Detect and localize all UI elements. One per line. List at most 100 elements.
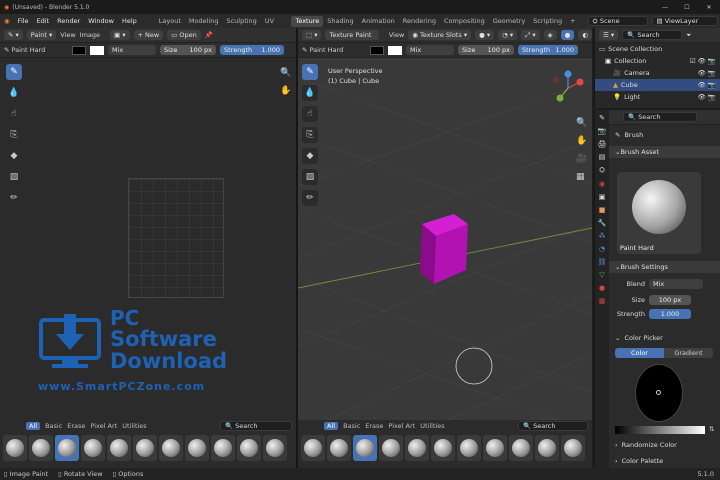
object-tab-icon[interactable]: ■ xyxy=(599,206,606,214)
brush-thumb[interactable] xyxy=(263,435,287,461)
open-image-button[interactable]: ▭ Open xyxy=(167,30,201,40)
brush-asset-panel[interactable]: ⌄ Brush Asset xyxy=(609,145,720,158)
outliner-editor-type[interactable]: ☰ ▾ xyxy=(599,30,619,40)
menu-view[interactable]: View xyxy=(60,31,75,39)
viewport-size-slider[interactable]: Size 100 px xyxy=(458,45,514,55)
render-tab-icon[interactable]: 📷 xyxy=(598,127,607,135)
collection-tab-icon[interactable]: ▣ xyxy=(599,193,606,201)
color-palette-row[interactable]: › Color Palette xyxy=(609,454,720,467)
clone-tool-icon[interactable]: ⎘ xyxy=(6,127,22,143)
blender-menu-icon[interactable]: ◉ xyxy=(4,17,10,25)
tab-texture-paint[interactable]: Texture Paint xyxy=(291,15,324,36)
navigation-gizmo[interactable] xyxy=(548,68,588,108)
overlay-button[interactable]: ◔ ▾ xyxy=(498,30,518,40)
brush-asset-preview[interactable]: Paint Hard xyxy=(617,172,701,254)
world-tab-icon[interactable]: ◉ xyxy=(599,180,605,188)
view-layer-selector[interactable]: ▤ ViewLayer xyxy=(651,16,718,26)
vp-zoom-icon[interactable]: 🔍 xyxy=(576,118,587,128)
tab-animation[interactable]: Animation xyxy=(358,16,399,27)
menu-edit[interactable]: Edit xyxy=(37,17,50,25)
scene-tab-icon[interactable]: ⛭ xyxy=(599,166,605,175)
outliner-item-cube[interactable]: ▲ Cube 👁 📷 xyxy=(595,79,720,91)
outliner-scene-collection[interactable]: ▭ Scene Collection xyxy=(595,43,720,55)
brush-thumb[interactable] xyxy=(431,435,455,461)
brush-thumb[interactable] xyxy=(509,435,533,461)
material-tab-icon[interactable]: ● xyxy=(599,284,605,292)
tab-compositing[interactable]: Compositing xyxy=(440,16,489,27)
viewport-menu-view[interactable]: View xyxy=(389,31,404,39)
fill-tool-icon[interactable]: ◆ xyxy=(6,148,22,164)
constraints-tab-icon[interactable]: ⛓ xyxy=(598,258,607,266)
brush-thumb-selected[interactable] xyxy=(55,435,79,461)
brush-thumb[interactable] xyxy=(457,435,481,461)
vp-fill-tool-icon[interactable]: ◆ xyxy=(302,148,318,164)
secondary-color-swatch[interactable] xyxy=(90,45,104,55)
data-tab-icon[interactable]: ▽ xyxy=(599,271,604,279)
xray-button[interactable]: ◈ xyxy=(543,30,557,40)
brush-thumb[interactable] xyxy=(159,435,183,461)
minimize-button[interactable]: — xyxy=(654,4,676,11)
tab-geometry-nodes[interactable]: Geometry Nodes xyxy=(489,16,529,36)
tab-uv-editing[interactable]: UV Editing xyxy=(261,16,292,36)
brush-thumb[interactable] xyxy=(535,435,559,461)
vp-shelf-tab-utilities[interactable]: Utilities xyxy=(420,422,444,430)
tab-layout[interactable]: Layout xyxy=(155,16,185,27)
shelf-search-input[interactable]: 🔍 Search xyxy=(220,421,292,431)
shelf-tab-all[interactable]: All xyxy=(26,422,41,430)
brush-thumb[interactable] xyxy=(133,435,157,461)
outliner-collection[interactable]: ▣ Collection ☑ 👁 📷 xyxy=(595,55,720,67)
tab-shading[interactable]: Shading xyxy=(323,16,357,27)
color-tab[interactable]: Color xyxy=(615,348,664,358)
brush-thumb[interactable] xyxy=(107,435,131,461)
smear-tool-icon[interactable]: ☝ xyxy=(6,106,22,122)
tab-modeling[interactable]: Modeling xyxy=(185,16,223,27)
brush-thumb[interactable] xyxy=(301,435,325,461)
brush-selector[interactable]: ✎ Paint Hard xyxy=(4,46,68,54)
blur-tool-icon[interactable]: 💧 xyxy=(6,85,22,101)
outliner-search-input[interactable]: 🔍 Search xyxy=(622,30,683,40)
pan-hand-icon[interactable]: ✋ xyxy=(280,86,291,96)
close-button[interactable]: ✕ xyxy=(698,4,720,11)
menu-window[interactable]: Window xyxy=(88,17,114,25)
filter-icon[interactable]: ⏷ xyxy=(686,31,691,40)
add-workspace-button[interactable]: + xyxy=(566,16,579,27)
vp-shelf-tab-pixel-art[interactable]: Pixel Art xyxy=(388,422,415,430)
brush-thumb[interactable] xyxy=(483,435,507,461)
brush-thumb[interactable] xyxy=(561,435,585,461)
viewport-strength-slider[interactable]: Strength 1.000 xyxy=(518,45,578,55)
swap-colors-icon[interactable]: ⇅ xyxy=(709,425,714,433)
shading-dot-button[interactable]: ● ▾ xyxy=(475,30,495,40)
brush-thumb[interactable] xyxy=(327,435,351,461)
shelf-tab-basic[interactable]: Basic xyxy=(45,422,62,430)
mode-selector[interactable]: Paint ▾ xyxy=(26,30,57,40)
texture-tab-icon[interactable]: ▦ xyxy=(599,297,606,305)
strength-slider[interactable]: Strength 1.000 xyxy=(220,45,284,55)
primary-color-swatch[interactable] xyxy=(72,45,86,55)
menu-file[interactable]: File xyxy=(18,17,29,25)
viewport-secondary-color[interactable] xyxy=(388,45,402,55)
solid-shading-button[interactable]: ● xyxy=(560,30,575,40)
mask-tool-icon[interactable]: ▨ xyxy=(6,169,22,185)
brush-settings-panel[interactable]: ⌄ Brush Settings xyxy=(609,260,720,273)
image-canvas-grid[interactable] xyxy=(128,178,224,298)
vp-blur-tool-icon[interactable]: 💧 xyxy=(302,85,318,101)
vp-grid-icon[interactable]: ▦ xyxy=(576,172,585,182)
color-picker-header[interactable]: ⌄ Color Picker xyxy=(609,331,720,344)
brush-thumb[interactable] xyxy=(29,435,53,461)
draw-tool-icon[interactable]: ✎ xyxy=(6,64,22,80)
brush-thumb[interactable] xyxy=(237,435,261,461)
randomize-color-row[interactable]: › Randomize Color xyxy=(609,438,720,451)
new-image-button[interactable]: + New xyxy=(133,30,164,40)
vp-smear-tool-icon[interactable]: ☝ xyxy=(302,106,318,122)
image-browse-button[interactable]: ▣ ▾ xyxy=(110,30,130,40)
brush-thumb[interactable] xyxy=(211,435,235,461)
vp-draw-tool-icon[interactable]: ✎ xyxy=(302,64,318,80)
brush-thumb[interactable] xyxy=(185,435,209,461)
vp-shelf-tab-basic[interactable]: Basic xyxy=(343,422,360,430)
cube-object[interactable] xyxy=(416,210,476,286)
annotate-tool-icon[interactable]: ✏ xyxy=(6,190,22,206)
vp-shelf-tab-all[interactable]: All xyxy=(324,422,339,430)
vp-clone-tool-icon[interactable]: ⎘ xyxy=(302,127,318,143)
scene-selector[interactable]: ⛭ Scene xyxy=(587,16,648,26)
view-layer-tab-icon[interactable]: ▤ xyxy=(599,153,606,161)
